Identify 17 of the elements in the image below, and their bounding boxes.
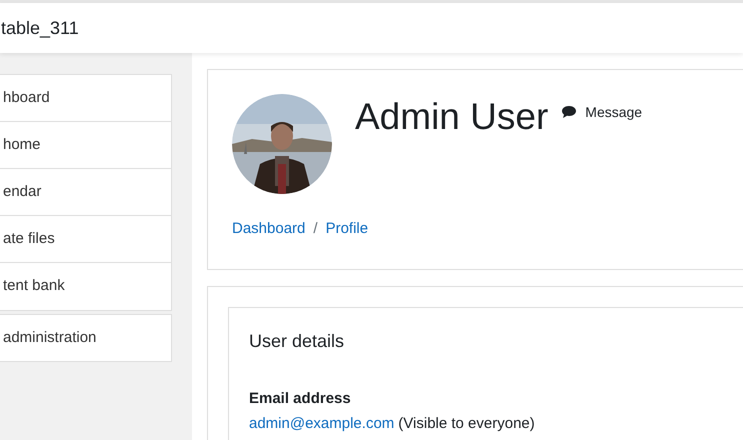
nav-item[interactable]: endar xyxy=(0,169,171,216)
message-link[interactable]: Message xyxy=(561,103,642,121)
breadcrumb-link[interactable]: Profile xyxy=(326,218,368,240)
user-name: Admin User xyxy=(355,95,548,139)
field-label: Email address xyxy=(249,389,352,409)
breadcrumb-separator: / xyxy=(313,219,318,239)
email-link[interactable]: admin@example.com xyxy=(249,412,394,435)
breadcrumb-link[interactable]: Dashboard xyxy=(232,218,306,240)
site-name[interactable]: table_311 xyxy=(1,14,79,42)
nav-item[interactable]: hboard xyxy=(0,75,171,122)
nav-item[interactable]: administration xyxy=(0,315,171,361)
visibility-note: (Visible to everyone) xyxy=(398,414,535,434)
nav-item[interactable]: tent bank xyxy=(0,263,171,310)
nav-item[interactable]: home xyxy=(0,122,171,169)
nav-item[interactable]: ate files xyxy=(0,216,171,263)
speech-bubble-icon xyxy=(561,105,578,119)
section-title: User details xyxy=(249,330,346,353)
